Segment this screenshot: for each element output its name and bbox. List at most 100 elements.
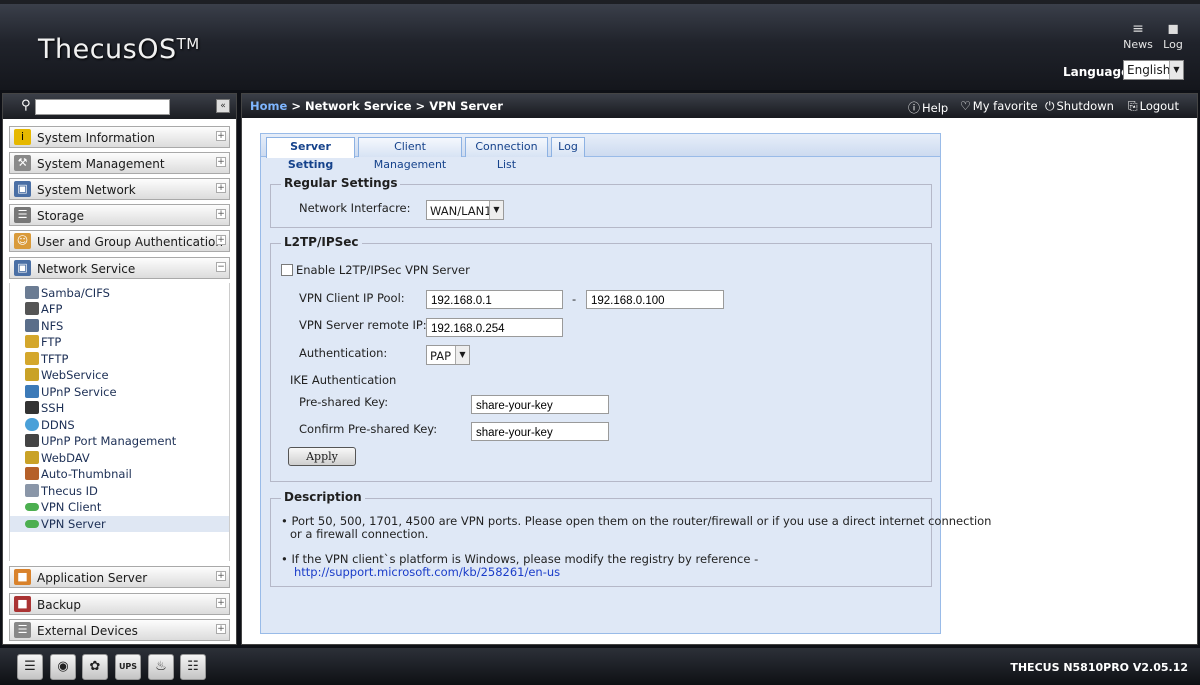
sidebar-item-ssh[interactable]: SSH xyxy=(10,400,229,416)
chevron-down-icon: ▼ xyxy=(1169,61,1183,79)
search-icon: ⚲ xyxy=(21,98,31,113)
tab-client-management[interactable]: Client Management xyxy=(358,137,462,171)
enable-l2tp-label: Enable L2TP/IPSec VPN Server xyxy=(296,263,470,277)
sidebar-item-vpn-server[interactable]: VPN Server xyxy=(10,516,229,532)
ip-pool-start-input[interactable] xyxy=(426,290,563,309)
breadcrumb-vpn-server: VPN Server xyxy=(429,99,503,113)
sidebar-category-backup[interactable]: ■ Backup + xyxy=(9,593,230,615)
description-fieldset: Description • Port 50, 500, 1701, 4500 a… xyxy=(270,490,991,587)
info-icon: i xyxy=(14,129,31,145)
category-label: Backup xyxy=(37,598,81,612)
shutdown-button[interactable]: ⏻ Shutdown xyxy=(1045,99,1114,114)
tab-log[interactable]: Log xyxy=(551,137,585,157)
sidebar-item-afp[interactable]: AFP xyxy=(10,301,229,317)
vpn-client-ip-pool-label: VPN Client IP Pool: xyxy=(299,291,405,305)
sidebar-item-ddns[interactable]: DDNS xyxy=(10,417,229,433)
sidebar-category-system-management[interactable]: ⚒ System Management + xyxy=(9,152,230,174)
breadcrumb-separator: > xyxy=(411,99,430,113)
header-bar: ThecusOSTM ≡ News ◼ Log Language: Englis… xyxy=(0,0,1200,90)
sidebar-item-samba-cifs[interactable]: Samba/CIFS xyxy=(10,285,229,301)
samba-icon xyxy=(25,286,39,299)
my-favorite-button[interactable]: ♡ My favorite xyxy=(960,99,1038,113)
log-link[interactable]: ◼ Log xyxy=(1157,20,1189,51)
language-select[interactable]: English ▼ xyxy=(1123,60,1184,80)
speech-bubble-icon: ◼ xyxy=(1167,21,1179,37)
search-input[interactable] xyxy=(35,99,170,115)
ike-authentication-label: IKE Authentication xyxy=(290,373,397,387)
tab-server-setting[interactable]: Server Setting xyxy=(266,137,355,171)
log-label: Log xyxy=(1163,38,1183,51)
vpn-server-remote-ip-input[interactable] xyxy=(426,318,563,337)
language-value: English xyxy=(1127,63,1171,77)
logout-button[interactable]: ⎘ Logout xyxy=(1128,99,1179,114)
help-button[interactable]: ⓘ Help xyxy=(908,99,948,116)
microsoft-kb-link[interactable]: http://support.microsoft.com/kb/258261/e… xyxy=(294,566,560,579)
apply-button[interactable]: Apply xyxy=(288,447,356,466)
sidebar-item-label: AFP xyxy=(41,302,63,316)
sidebar-item-upnp-service[interactable]: UPnP Service xyxy=(10,384,229,400)
sidebar-item-webservice[interactable]: WebService xyxy=(10,367,229,383)
sidebar-item-nfs[interactable]: NFS xyxy=(10,318,229,334)
logout-label: Logout xyxy=(1139,99,1179,113)
sidebar-category-external-devices[interactable]: ☰ External Devices + xyxy=(9,619,230,641)
sidebar-category-storage[interactable]: ☰ Storage + xyxy=(9,204,230,226)
thermometer-icon[interactable]: ♨ xyxy=(148,654,174,680)
news-link[interactable]: ≡ News xyxy=(1122,20,1154,51)
sidebar-category-user-group-auth[interactable]: ☺ User and Group Authentication + xyxy=(9,230,230,252)
category-label: Storage xyxy=(37,209,84,223)
favorite-label: My favorite xyxy=(972,99,1038,113)
breadcrumb-bar: Home > Network Service > VPN Server ⓘ Hel… xyxy=(242,94,1197,118)
ip-pool-end-input[interactable] xyxy=(586,290,724,309)
sidebar-item-thecus-id[interactable]: Thecus ID xyxy=(10,483,229,499)
sidebar-item-webdav[interactable]: WebDAV xyxy=(10,450,229,466)
confirm-pre-shared-key-input[interactable] xyxy=(471,422,609,441)
sidebar-item-auto-thumbnail[interactable]: Auto-Thumbnail xyxy=(10,466,229,482)
collapse-sidebar-button[interactable]: « xyxy=(216,99,230,113)
enable-l2tp-checkbox[interactable] xyxy=(281,264,293,276)
authentication-select[interactable]: PAP ▼ xyxy=(426,345,470,365)
sidebar-item-label: WebService xyxy=(41,368,109,382)
category-label: System Management xyxy=(37,157,165,171)
sidebar-category-application-server[interactable]: ■ Application Server + xyxy=(9,566,230,588)
network-topology-icon[interactable]: ☷ xyxy=(180,654,206,680)
sidebar-category-system-information[interactable]: i System Information + xyxy=(9,126,230,148)
id-card-icon xyxy=(25,484,39,497)
users-icon: ☺ xyxy=(14,233,31,249)
l2tp-ipsec-fieldset: L2TP/IPSec Enable L2TP/IPSec VPN Server … xyxy=(270,235,932,482)
sidebar: ⚲ « i System Information + ⚒ System Mana… xyxy=(2,93,237,645)
upnp-icon xyxy=(25,385,39,398)
external-devices-icon: ☰ xyxy=(14,622,31,638)
expand-icon: + xyxy=(216,209,226,219)
network-service-icon: ▣ xyxy=(14,260,31,276)
expand-icon: + xyxy=(216,624,226,634)
tab-strip: Server Setting Client Management Connect… xyxy=(261,134,940,171)
firmware-version: THECUS N5810PRO V2.05.12 xyxy=(1010,661,1188,674)
main-content: Home > Network Service > VPN Server ⓘ Hel… xyxy=(241,93,1198,645)
sidebar-item-upnp-port-management[interactable]: UPnP Port Management xyxy=(10,433,229,449)
category-label: System Network xyxy=(37,183,136,197)
sidebar-item-ftp[interactable]: FTP xyxy=(10,334,229,350)
vpn-client-icon xyxy=(25,503,39,511)
tab-connection-list[interactable]: Connection List xyxy=(465,137,548,171)
vpn-server-panel: Server Setting Client Management Connect… xyxy=(260,133,991,634)
breadcrumb-separator: > xyxy=(287,99,305,113)
ups-icon[interactable]: UPS xyxy=(115,654,141,680)
authentication-value: PAP xyxy=(430,349,452,363)
network-interface-select[interactable]: WAN/LAN1 ▼ xyxy=(426,200,504,220)
breadcrumb-home-link[interactable]: Home xyxy=(250,99,287,113)
regular-settings-legend: Regular Settings xyxy=(281,176,401,190)
footer-bar: ☰ ◉ ✿ UPS ♨ ☷ THECUS N5810PRO V2.05.12 xyxy=(0,648,1200,685)
sidebar-item-label: VPN Client xyxy=(41,500,102,514)
fan-icon[interactable]: ✿ xyxy=(82,654,108,680)
hard-disk-icon[interactable]: ◉ xyxy=(50,654,76,680)
sidebar-item-tftp[interactable]: TFTP xyxy=(10,351,229,367)
disk-array-icon[interactable]: ☰ xyxy=(17,654,43,680)
sidebar-item-label: NFS xyxy=(41,319,64,333)
network-icon: ▣ xyxy=(14,181,31,197)
sidebar-category-system-network[interactable]: ▣ System Network + xyxy=(9,178,230,200)
description-line-1b: or a firewall connection. xyxy=(290,527,429,541)
pre-shared-key-input[interactable] xyxy=(471,395,609,414)
sidebar-item-vpn-client[interactable]: VPN Client xyxy=(10,499,229,515)
ssh-icon xyxy=(25,401,39,414)
sidebar-category-network-service[interactable]: ▣ Network Service − xyxy=(9,257,230,279)
